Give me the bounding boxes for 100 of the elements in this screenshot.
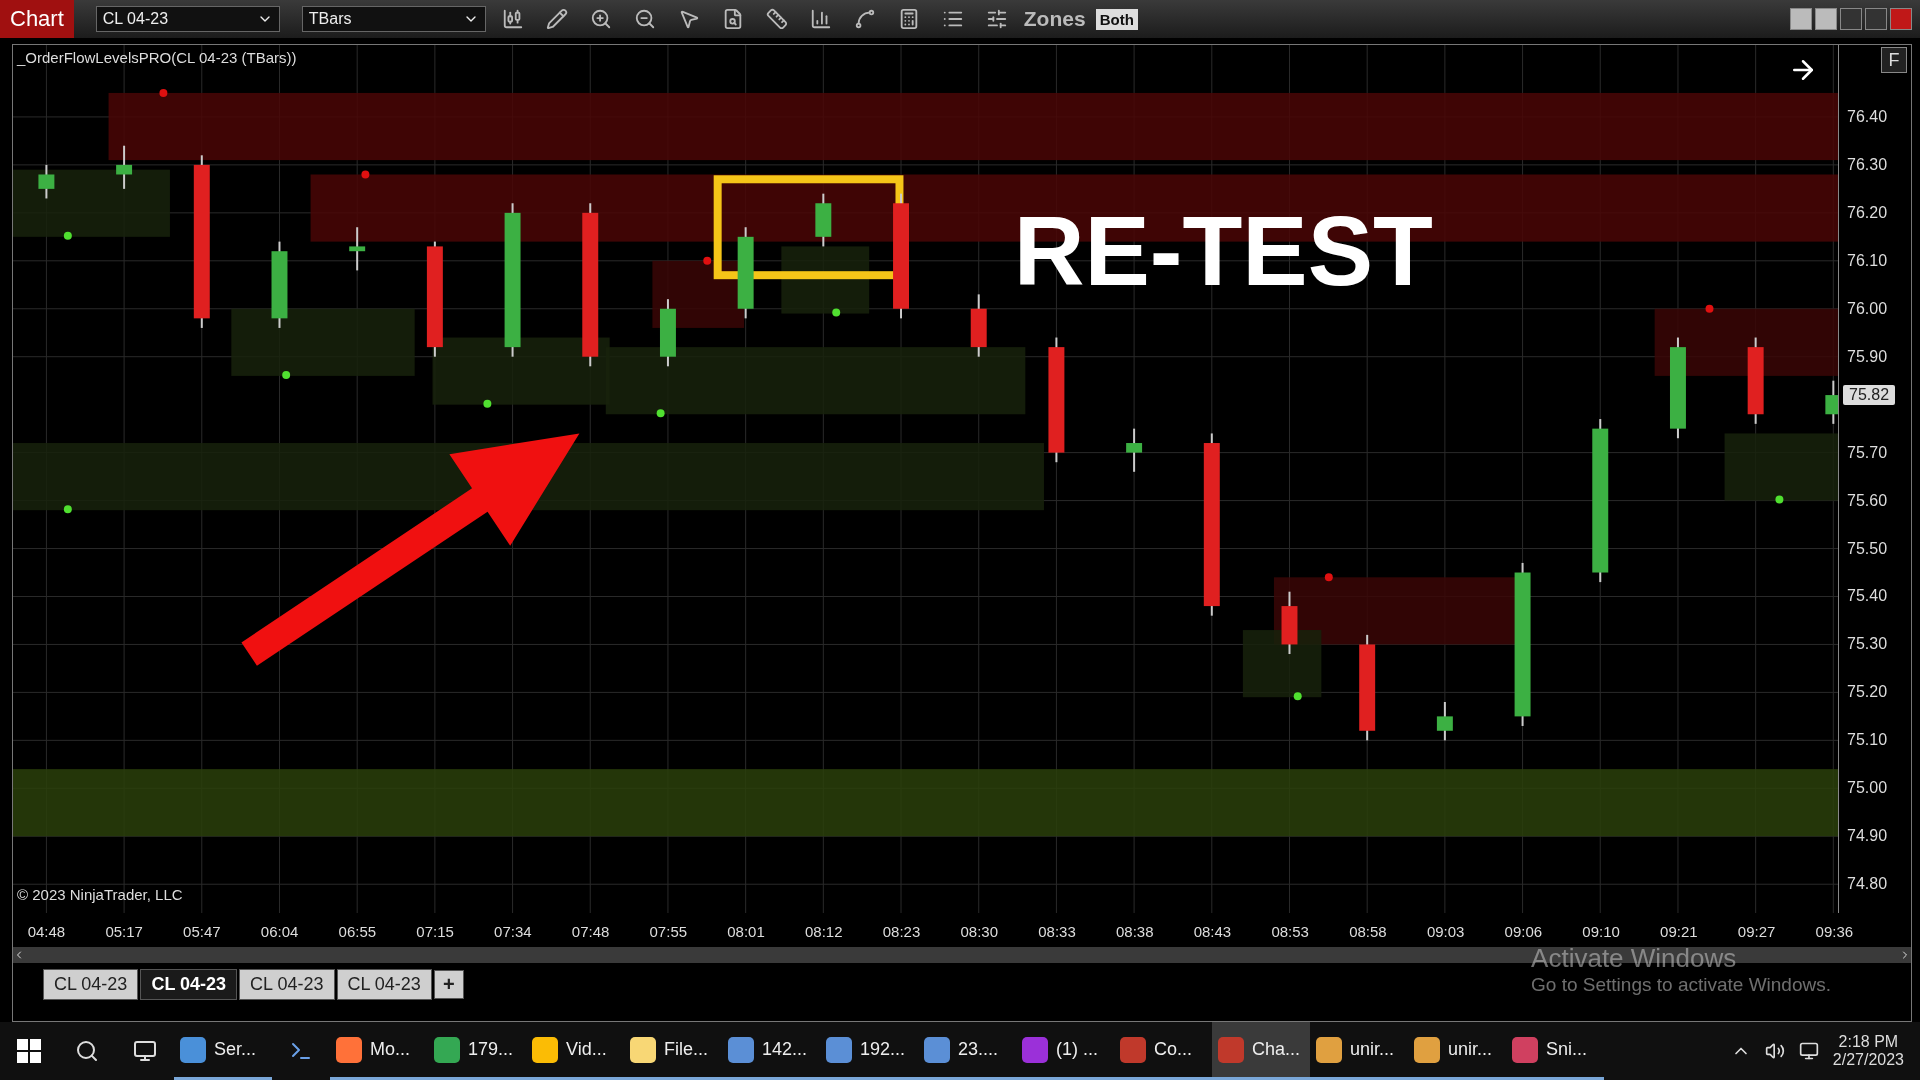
price-label: 75.60 [1847,491,1888,510]
zone-dot [63,231,72,240]
time-label: 08:33 [1038,923,1076,940]
time-label: 06:04 [260,923,299,940]
settings-sliders-icon[interactable] [985,8,1008,30]
zone-dot [361,170,370,179]
taskbar-app[interactable]: unir... [1408,1022,1506,1080]
taskbar-app[interactable]: Mo... [330,1022,428,1080]
taskbar-app[interactable]: unir... [1310,1022,1408,1080]
taskbar-clock[interactable]: 2:18 PM 2/27/2023 [1832,1033,1904,1069]
price-label: 75.00 [1847,779,1888,798]
time-label: 07:15 [416,923,454,940]
indicator-title: _OrderFlowLevelsPRO(CL 04-23 (TBars)) [17,49,297,66]
price-label: 75.90 [1847,347,1888,366]
zones-mode-button[interactable]: Both [1095,8,1138,30]
zone-dot [1705,304,1714,313]
time-label: 08:12 [805,923,843,940]
price-label: 74.90 [1847,827,1888,846]
taskbar-app[interactable]: 192... [820,1022,918,1080]
candlestick [1436,700,1453,742]
time-label: 08:58 [1349,923,1387,940]
time-label: 09:03 [1426,923,1465,940]
price-label: 75.30 [1847,635,1888,654]
candlestick [38,163,55,200]
ruler-icon[interactable] [765,8,788,30]
time-label: 08:53 [1271,923,1309,940]
curve-icon[interactable] [853,8,876,30]
time-label: 04:48 [27,923,66,940]
time-label: 05:17 [105,923,143,940]
window-title: Chart [0,0,74,38]
time-label: 08:01 [727,923,765,940]
zone-dot [282,370,291,379]
zone-dot [159,88,168,97]
zone-dot [483,399,492,408]
pencil-icon[interactable] [545,8,568,30]
time-label: 08:38 [1115,923,1154,940]
zone-dot [656,409,665,418]
taskbar-app[interactable]: 23.... [918,1022,1016,1080]
price-label: 76.10 [1847,251,1888,270]
time-label: 09:21 [1660,923,1698,940]
taskbar-app[interactable]: Ser... [174,1022,272,1080]
chart-tab[interactable]: CL 04-23 [239,969,335,1000]
volume-icon[interactable] [1764,1041,1785,1061]
last-price-badge: 75.82 [1843,385,1896,406]
price-label: 75.10 [1847,731,1888,750]
price-label: 75.50 [1847,539,1888,558]
time-label: 07:34 [494,923,532,940]
taskbar-app[interactable]: Cha... [1212,1022,1310,1080]
chart-tab[interactable]: CL 04-23 [140,969,238,1000]
candlestick-icon[interactable] [501,8,524,30]
taskbar-app[interactable]: File... [624,1022,722,1080]
time-label: 09:27 [1737,923,1776,940]
taskbar-app[interactable]: Vid... [526,1022,624,1080]
candlestick [116,144,133,190]
time-label: 06:55 [338,923,377,940]
price-label: 76.20 [1847,203,1888,222]
price-label: 76.40 [1847,107,1888,126]
zone-dot [1775,495,1784,504]
price-label: 75.40 [1847,587,1888,606]
time-label: 05:47 [183,923,221,940]
minimize-button[interactable] [1840,8,1862,30]
zone-dot [1293,692,1302,701]
side-panel-button[interactable]: F [1881,47,1907,73]
chart-tab[interactable]: CL 04-23 [43,969,139,1000]
time-label: 07:55 [649,923,688,940]
time-label: 09:06 [1504,923,1543,940]
zone-dot [1324,573,1333,582]
restore-button[interactable] [1865,8,1887,30]
zoom-in-icon[interactable] [589,8,612,30]
zone-dot [703,256,712,265]
price-label: 75.20 [1847,683,1888,702]
bar-type-dropdown[interactable]: TBars [301,6,486,32]
zone-dot [832,308,841,317]
taskbar-app[interactable]: 142... [722,1022,820,1080]
activation-subtitle: Go to Settings to activate Windows. [1531,974,1831,996]
add-tab-button[interactable]: + [433,970,464,999]
zones-label: Zones [1023,7,1086,31]
price-label: 75.70 [1847,443,1888,462]
annotation-text: RE-TEST [1013,194,1433,308]
chart-tab[interactable]: CL 04-23 [336,969,432,1000]
taskbar-app[interactable]: 179... [428,1022,526,1080]
zoom-out-icon[interactable] [633,8,656,30]
time-label: 07:48 [571,923,610,940]
taskbar-app[interactable]: Sni... [1506,1022,1604,1080]
candlestick [1126,427,1143,473]
time-label: 08:23 [882,923,921,940]
zone-dot [63,505,72,514]
time-label: 09:36 [1815,923,1854,940]
time-label: 08:43 [1193,923,1232,940]
candlestick [349,226,366,272]
column-chart-icon[interactable] [809,8,832,30]
instrument-dropdown[interactable]: CL 04-23 [95,6,280,32]
price-label: 76.00 [1847,299,1888,318]
copyright-text: © 2023 NinjaTrader, LLC [17,886,183,903]
time-label: 09:10 [1582,923,1620,940]
time-label: 08:30 [960,923,998,940]
activation-title: Activate Windows [1531,943,1738,974]
taskbar-app[interactable]: (1) ... [1016,1022,1114,1080]
price-label: 76.30 [1847,155,1888,174]
price-label: 74.80 [1847,875,1888,894]
